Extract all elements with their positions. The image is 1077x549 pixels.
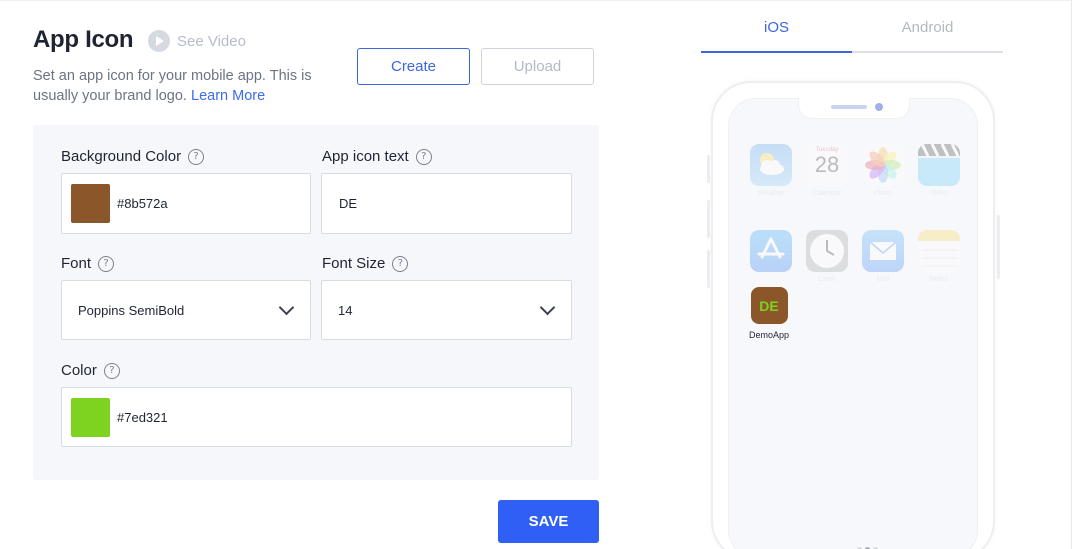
color-label: Color ? bbox=[61, 362, 120, 379]
font-label: Font ? bbox=[61, 255, 115, 272]
app-icon-text-label: App icon text ? bbox=[322, 148, 432, 165]
app-label: Calendar bbox=[812, 190, 842, 197]
phone-side-button bbox=[997, 215, 1000, 279]
demo-app-label: DemoApp bbox=[748, 330, 790, 340]
upload-button[interactable]: Upload bbox=[481, 48, 594, 85]
create-button[interactable]: Create bbox=[357, 48, 470, 85]
demo-app-icon: DE bbox=[750, 287, 788, 324]
calendar-day-number: 28 bbox=[814, 152, 840, 177]
tab-android[interactable]: Android bbox=[852, 10, 1003, 51]
app-label: Mail bbox=[876, 276, 890, 283]
background-color-swatch[interactable] bbox=[71, 184, 110, 223]
video-icon bbox=[918, 144, 960, 186]
help-icon[interactable]: ? bbox=[392, 255, 409, 272]
help-icon[interactable]: ? bbox=[103, 362, 120, 379]
chevron-down-icon bbox=[539, 299, 556, 315]
play-icon bbox=[148, 30, 170, 52]
app-label: Video bbox=[930, 190, 948, 197]
save-button[interactable]: SAVE bbox=[498, 500, 599, 543]
background-color-label-text: Background Color bbox=[61, 148, 182, 165]
app-label: Photo bbox=[873, 190, 893, 197]
app-calendar: Tuesday 28 Calendar bbox=[805, 144, 849, 197]
font-select[interactable]: Poppins SemiBold bbox=[61, 280, 311, 340]
see-video-link[interactable]: See Video bbox=[148, 30, 246, 52]
weather-icon bbox=[750, 144, 792, 186]
text-color-value: #7ed321 bbox=[117, 409, 168, 425]
tab-ios[interactable]: iOS bbox=[701, 10, 852, 53]
font-size-label-text: Font Size bbox=[322, 255, 386, 272]
page-title: App Icon bbox=[33, 26, 134, 53]
background-color-label: Background Color ? bbox=[61, 148, 205, 165]
app-video: Video bbox=[917, 144, 961, 197]
font-size-select-value: 14 bbox=[338, 302, 353, 318]
app-store-icon bbox=[750, 230, 792, 272]
app-label: Clock bbox=[818, 276, 836, 283]
icon-settings-panel: Background Color ? #8b572a App icon text… bbox=[33, 125, 599, 480]
app-icon-text-label-text: App icon text bbox=[322, 148, 409, 165]
background-color-field[interactable]: #8b572a bbox=[61, 173, 311, 234]
help-icon[interactable]: ? bbox=[98, 255, 115, 272]
chevron-down-icon bbox=[278, 299, 295, 315]
app-label: Notes bbox=[929, 276, 949, 283]
app-photo: Photo bbox=[861, 144, 905, 197]
app-label: Weather bbox=[757, 190, 785, 197]
calendar-icon: Tuesday 28 bbox=[806, 144, 848, 186]
clock-icon bbox=[806, 230, 848, 272]
app-mail: Mail bbox=[861, 230, 905, 283]
app-notes: Notes bbox=[917, 230, 961, 283]
text-color-swatch[interactable] bbox=[71, 397, 110, 437]
font-select-value: Poppins SemiBold bbox=[78, 302, 185, 318]
photos-icon bbox=[862, 144, 904, 186]
font-size-select[interactable]: 14 bbox=[321, 280, 572, 340]
speaker-icon bbox=[831, 105, 867, 109]
see-video-label: See Video bbox=[177, 32, 246, 50]
app-icon-text-input[interactable]: DE bbox=[321, 173, 572, 234]
app-store bbox=[749, 230, 793, 276]
camera-icon bbox=[875, 103, 883, 111]
phone-side-button bbox=[707, 200, 710, 238]
app-demo: DE DemoApp bbox=[746, 287, 792, 340]
learn-more-link[interactable]: Learn More bbox=[191, 88, 265, 104]
app-icon-text-value: DE bbox=[339, 196, 358, 211]
phone-notch bbox=[798, 98, 910, 119]
app-weather: Weather bbox=[749, 144, 793, 197]
notes-icon bbox=[918, 230, 960, 272]
phone-side-button bbox=[707, 155, 710, 183]
page-subtitle: Set an app icon for your mobile app. Thi… bbox=[33, 66, 343, 106]
color-label-text: Color bbox=[61, 362, 97, 379]
app-clock: Clock bbox=[805, 230, 849, 283]
phone-side-button bbox=[707, 250, 710, 288]
text-color-field[interactable]: #7ed321 bbox=[61, 387, 572, 447]
background-color-value: #8b572a bbox=[117, 196, 168, 211]
phone-screen: Weather Tuesday 28 Calendar Photo Video … bbox=[728, 98, 978, 549]
phone-preview: Weather Tuesday 28 Calendar Photo Video … bbox=[711, 81, 995, 549]
font-size-label: Font Size ? bbox=[322, 255, 409, 272]
font-label-text: Font bbox=[61, 255, 92, 272]
help-icon[interactable]: ? bbox=[188, 148, 205, 165]
platform-tabs: iOS Android bbox=[701, 10, 1003, 53]
help-icon[interactable]: ? bbox=[415, 148, 432, 165]
subtitle-text: Set an app icon for your mobile app. Thi… bbox=[33, 68, 312, 104]
mail-icon bbox=[862, 230, 904, 272]
